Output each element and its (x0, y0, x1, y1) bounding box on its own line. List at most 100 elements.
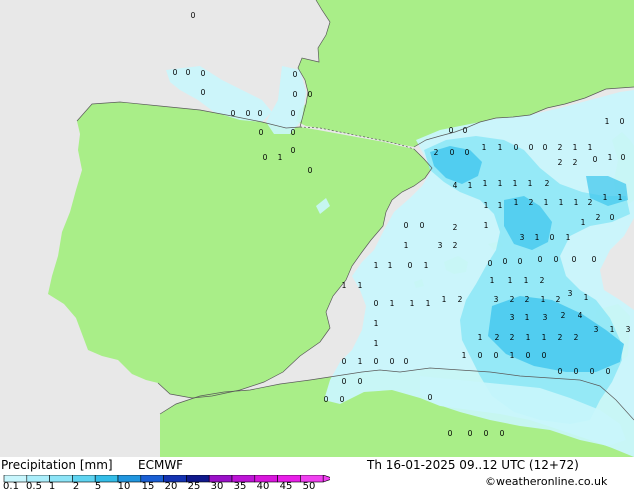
station-value: 0 (514, 143, 519, 152)
station-value: 0 (488, 259, 493, 268)
station-value: 2 (525, 295, 530, 304)
station-value: 1 (574, 198, 579, 207)
station-value: 1 (482, 143, 487, 152)
model-name: ECMWF (138, 458, 184, 472)
station-value: 0 (201, 88, 206, 97)
station-value: 1 (508, 276, 513, 285)
station-value: 0 (463, 126, 468, 135)
station-value: 0 (263, 153, 268, 162)
station-value: 0 (449, 126, 454, 135)
station-value: 1 (484, 221, 489, 230)
station-value: 0 (173, 68, 178, 77)
legend-label: 30 (210, 481, 224, 492)
station-value: 0 (465, 148, 470, 157)
station-value: 2 (561, 311, 566, 320)
station-value: 3 (568, 289, 573, 298)
station-value: 0 (308, 90, 313, 99)
station-value: 2 (529, 198, 534, 207)
station-value: 1 (573, 143, 578, 152)
station-value: 0 (293, 70, 298, 79)
station-value: 0 (606, 367, 611, 376)
station-value: 0 (500, 429, 505, 438)
station-value: 0 (291, 146, 296, 155)
station-value: 3 (594, 325, 599, 334)
station-value: 0 (542, 351, 547, 360)
station-value: 0 (358, 377, 363, 386)
station-value: 0 (572, 255, 577, 264)
station-value: 0 (340, 395, 345, 404)
legend-label: 45 (279, 481, 293, 492)
station-value: 0 (593, 155, 598, 164)
station-value: 2 (545, 179, 550, 188)
station-value: 3 (510, 313, 515, 322)
legend-label: 0.5 (26, 481, 42, 492)
station-value: 0 (503, 257, 508, 266)
station-value: 0 (324, 395, 329, 404)
legend-label: 1 (48, 481, 56, 492)
station-value: 0 (404, 221, 409, 230)
station-value: 0 (538, 255, 543, 264)
legend-label: 2 (72, 481, 80, 492)
station-value: 2 (596, 213, 601, 222)
station-value: 2 (453, 241, 458, 250)
station-value: 2 (453, 223, 458, 232)
station-value: 2 (540, 276, 545, 285)
station-value: 1 (514, 198, 519, 207)
station-value: 1 (542, 333, 547, 342)
station-value: 1 (525, 313, 530, 322)
station-value: 0 (484, 429, 489, 438)
station-value: 4 (578, 311, 583, 320)
station-value: 0 (478, 351, 483, 360)
station-value: 0 (450, 148, 455, 157)
station-value: 0 (518, 257, 523, 266)
station-value: 3 (494, 295, 499, 304)
station-value: 1 (528, 179, 533, 188)
station-value: 1 (559, 198, 564, 207)
station-value: 1 (498, 143, 503, 152)
station-value: 1 (390, 299, 395, 308)
station-value: 3 (438, 241, 443, 250)
station-value: 2 (510, 295, 515, 304)
station-value: 0 (342, 377, 347, 386)
station-value: 1 (374, 339, 379, 348)
station-value: 1 (581, 218, 586, 227)
station-value: 0 (308, 166, 313, 175)
station-value: 1 (410, 299, 415, 308)
legend-arrow (322, 475, 330, 483)
station-value: 1 (610, 325, 615, 334)
station-value: 1 (498, 201, 503, 210)
station-value: 0 (526, 351, 531, 360)
station-value: 0 (404, 357, 409, 366)
station-value: 1 (278, 153, 283, 162)
legend-label: 50 (302, 481, 316, 492)
station-value: 2 (558, 333, 563, 342)
station-value: 1 (490, 276, 495, 285)
station-value: 0 (291, 128, 296, 137)
station-value: 0 (494, 351, 499, 360)
station-value: 0 (342, 357, 347, 366)
product-title: Precipitation [mm] (1, 458, 113, 472)
station-value: 0 (621, 153, 626, 162)
station-value: 1 (584, 293, 589, 302)
station-value: 1 (510, 351, 515, 360)
station-value: 2 (558, 143, 563, 152)
station-value: 0 (543, 143, 548, 152)
station-value: 1 (566, 233, 571, 242)
station-value: 1 (484, 201, 489, 210)
station-value: 3 (626, 325, 631, 334)
valid-time: Th 16-01-2025 09..12 UTC (12+72) (367, 458, 579, 472)
station-value: 3 (520, 233, 525, 242)
station-value: 3 (543, 313, 548, 322)
station-value: 0 (408, 261, 413, 270)
station-value: 1 (342, 281, 347, 290)
legend-label: 20 (164, 481, 178, 492)
station-value: 0 (448, 429, 453, 438)
station-value: 0 (420, 221, 425, 230)
station-value: 0 (293, 90, 298, 99)
station-value: 2 (558, 158, 563, 167)
legend-label: 10 (117, 481, 131, 492)
station-value: 0 (374, 299, 379, 308)
station-value: 1 (544, 198, 549, 207)
station-value: 1 (478, 333, 483, 342)
station-value: 1 (483, 179, 488, 188)
